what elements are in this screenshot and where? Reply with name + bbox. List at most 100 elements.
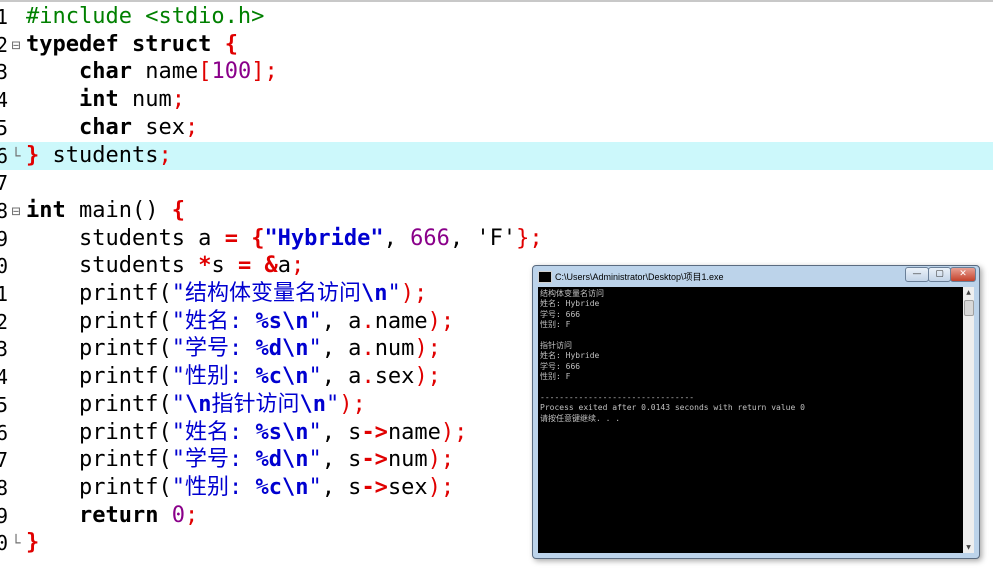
screen: 1 #include <stdio.h> 2 ⊟ typedef struct {3 c…: [0, 0, 993, 583]
code-token: ": [308, 447, 322, 473]
close-button[interactable]: ✕: [950, 267, 976, 282]
code-text: printf("姓名: %s\n", s->name);: [26, 419, 467, 447]
code-token: sex: [131, 114, 185, 140]
code-line[interactable]: 9 students a = {"Hybride", 666, 'F'};: [0, 225, 993, 253]
console-output-line: Process exited after 0.0143 seconds with…: [540, 403, 805, 413]
code-line[interactable]: 6 └} students;: [0, 141, 993, 170]
minimize-button[interactable]: —: [905, 267, 929, 282]
code-token: printf(: [26, 364, 172, 390]
console-title: C:\Users\Administrator\Desktop\项目1.exe: [555, 272, 724, 282]
scroll-up-icon[interactable]: ▲: [963, 287, 974, 298]
fold-toggle-icon[interactable]: ⊟: [10, 31, 22, 59]
code-token: ": [171, 391, 185, 417]
line-number: 0: [0, 531, 9, 556]
code-token: ;: [171, 87, 185, 113]
code-token: );: [427, 308, 455, 334]
code-token: , a: [321, 364, 362, 390]
code-token: printf(: [26, 447, 172, 473]
console-output-line: 请按任意键继续. . .: [540, 413, 621, 423]
code-text: printf("性别: %c\n", s->sex);: [26, 474, 454, 502]
code-line[interactable]: 2 ⊟ typedef struct {: [0, 31, 993, 59]
fold-guide-icon: └: [11, 146, 21, 165]
code-token: {: [224, 31, 238, 57]
console-output-line: 姓名: Hybride: [540, 299, 600, 309]
code-line[interactable]: 5 char sex;: [0, 114, 993, 142]
code-line[interactable]: 4 int num;: [0, 86, 993, 114]
scroll-down-icon[interactable]: ▼: [963, 542, 974, 553]
code-line[interactable]: 8 ⊟ int main() {: [0, 197, 993, 225]
code-text: char sex;: [26, 114, 198, 142]
code-token: \n: [184, 391, 212, 417]
console-output-line: 姓名: Hybride: [540, 351, 600, 361]
line-number: 1: [0, 282, 9, 306]
code-token: ->: [361, 474, 388, 500]
code-token: printf(: [26, 474, 172, 500]
code-token: int: [78, 87, 119, 113]
code-token: , s: [321, 447, 362, 473]
code-line[interactable]: 3 char name[100];: [0, 58, 993, 86]
code-text: printf("学号: %d\n", a.num);: [26, 335, 441, 363]
code-token: ,: [383, 225, 397, 251]
code-token: =: [224, 225, 238, 251]
console-output-line: 学号: 666: [540, 361, 581, 371]
code-token: \n: [299, 391, 326, 417]
code-token: typedef struct: [26, 31, 225, 57]
code-token: ;: [184, 114, 199, 140]
code-token: char: [78, 59, 132, 85]
console-titlebar[interactable]: C:\Users\Administrator\Desktop\项目1.exe —…: [533, 266, 979, 288]
code-text: #include <stdio.h>: [26, 3, 264, 31]
code-token: students a: [26, 225, 225, 251]
code-token: "姓名:: [171, 419, 256, 445]
line-number: 7: [0, 171, 9, 196]
console-scrollbar[interactable]: ▲ ▼: [963, 287, 974, 553]
code-token: a: [277, 253, 291, 279]
fold-toggle-icon[interactable]: ⊟: [10, 197, 22, 225]
code-token: s: [211, 253, 238, 279]
code-token: "学号:: [171, 336, 256, 362]
code-text: } students;: [26, 142, 172, 170]
line-number: 6: [0, 420, 9, 445]
code-token: ": [308, 419, 322, 445]
code-token: main(): [65, 197, 172, 223]
console-window[interactable]: C:\Users\Administrator\Desktop\项目1.exe —…: [532, 265, 980, 559]
code-text: printf("结构体变量名访问\n");: [26, 280, 427, 308]
code-token: printf(: [26, 419, 172, 445]
code-token: );: [414, 336, 441, 362]
code-text: }: [26, 529, 39, 557]
code-token: %c\n: [255, 474, 309, 500]
code-token: 0: [158, 502, 185, 528]
scroll-thumb[interactable]: [964, 300, 974, 316]
console-output-line: --------------------------------: [540, 393, 695, 402]
line-number: 3: [0, 60, 9, 85]
code-token: }: [26, 530, 40, 556]
code-token: 666: [396, 225, 450, 251]
code-token: %c\n: [255, 364, 309, 390]
code-token: ": [387, 281, 401, 306]
code-token: "性别:: [171, 474, 256, 500]
code-token: printf(: [26, 281, 172, 306]
code-token: "学号:: [171, 447, 256, 473]
code-token: , a: [321, 308, 362, 334]
code-token: .: [361, 364, 375, 390]
code-token: students: [39, 142, 159, 168]
code-token: &: [264, 253, 278, 279]
code-token: "Hybride": [264, 225, 384, 251]
code-token: char: [78, 114, 132, 140]
code-token: , a: [321, 336, 362, 362]
code-line[interactable]: 7: [0, 169, 993, 197]
code-token: .: [361, 336, 375, 362]
code-token: ;: [290, 253, 305, 279]
code-token: \n: [360, 281, 388, 306]
maximize-button[interactable]: ▢: [928, 267, 951, 282]
code-token: );: [339, 391, 366, 417]
code-token: 100: [211, 59, 252, 85]
code-token: sex: [387, 474, 428, 500]
console-output[interactable]: 结构体变量名访问 姓名: Hybride 学号: 666 性别: F 指针访问 姓名: H…: [538, 287, 963, 553]
code-text: char name[100];: [26, 58, 278, 86]
code-token: %s\n: [255, 308, 309, 334]
code-line[interactable]: 1 #include <stdio.h>: [0, 3, 993, 31]
console-app-icon: [538, 271, 552, 283]
